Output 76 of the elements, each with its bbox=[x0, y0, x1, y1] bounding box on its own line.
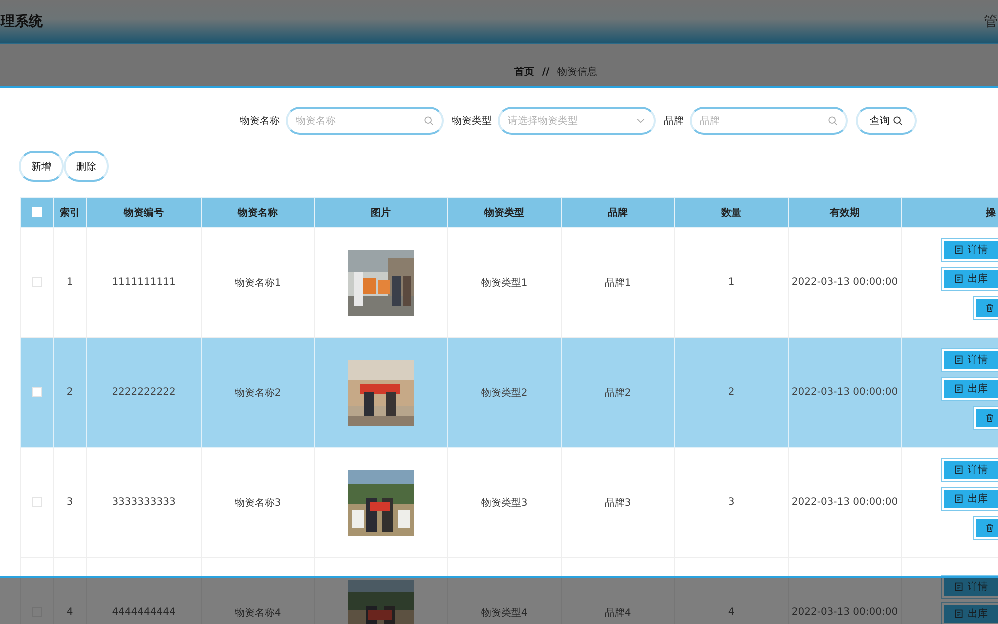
row-button[interactable]: 出库 bbox=[942, 488, 998, 510]
table-row[interactable]: 3 3333333333 物资名称3 物资类型3 品牌3 3 2022-03-13 00:00:00 详情 出库 bbox=[20, 448, 998, 558]
table-cell: 物资名称2 bbox=[234, 388, 282, 398]
table-cell: 2 bbox=[728, 387, 735, 398]
checkbox[interactable] bbox=[32, 497, 42, 508]
breadcrumb-separator: // bbox=[542, 66, 550, 78]
user-name: 管 bbox=[984, 12, 998, 30]
table-cell: 4 bbox=[66, 607, 74, 618]
checkbox[interactable] bbox=[32, 387, 42, 398]
document-icon bbox=[954, 582, 964, 592]
table-cell: 2222222222 bbox=[112, 387, 176, 398]
table-cell: 1 bbox=[728, 277, 735, 288]
table-cell: 品牌2 bbox=[604, 388, 632, 398]
table-cell: 物资名称1 bbox=[234, 278, 282, 288]
trash-icon bbox=[985, 413, 995, 423]
search-button[interactable]: 查询 bbox=[856, 107, 917, 135]
chevron-down-icon bbox=[636, 116, 646, 126]
document-icon bbox=[954, 609, 964, 619]
table-cell: 品牌4 bbox=[604, 608, 632, 618]
column-header: 物资编号 bbox=[124, 208, 164, 218]
table-cell: 物资名称4 bbox=[234, 608, 282, 618]
row-button[interactable]: 详情 bbox=[942, 349, 998, 371]
search-icon bbox=[893, 116, 903, 126]
table-cell: 2 bbox=[66, 387, 74, 398]
table-row[interactable]: 4 4444444444 物资名称4 物资类型4 品牌4 4 2022-03-13 00:00:00 详情 出库 bbox=[20, 558, 998, 624]
document-icon bbox=[954, 245, 964, 255]
table-cell: 物资类型4 bbox=[481, 608, 528, 618]
table-cell: 物资类型3 bbox=[481, 498, 528, 508]
column-header: 有效期 bbox=[830, 208, 860, 218]
table-cell: 4 bbox=[728, 607, 735, 618]
column-header: 数量 bbox=[722, 208, 742, 218]
table-cell: 2022-03-13 00:00:00 bbox=[792, 277, 898, 288]
row-button[interactable]: 出库 bbox=[942, 378, 998, 400]
row-button[interactable]: 详情 bbox=[942, 239, 998, 261]
table-row[interactable]: 2 2222222222 物资名称2 物资类型2 品牌2 2 2022-03-13 00:00:00 详情 出库 bbox=[20, 338, 998, 448]
document-icon bbox=[954, 465, 964, 475]
column-header: 索引 bbox=[60, 208, 80, 218]
action-button[interactable]: 新增 bbox=[19, 151, 64, 182]
breadcrumb-item[interactable]: 首页 bbox=[514, 65, 534, 79]
field-label: 物资名称 bbox=[240, 115, 280, 128]
document-icon bbox=[954, 355, 964, 365]
row-button[interactable]: 出库 bbox=[942, 268, 998, 290]
column-header: 图片 bbox=[371, 208, 391, 218]
search-icon bbox=[828, 116, 838, 126]
table-cell: 品牌3 bbox=[604, 498, 632, 508]
table-cell: 1 bbox=[66, 277, 74, 288]
table-cell: 3 bbox=[728, 497, 735, 508]
breadcrumb-item[interactable]: 物资信息 bbox=[558, 65, 598, 79]
table-cell: 物资类型2 bbox=[481, 388, 528, 398]
column-header: 操 bbox=[986, 208, 996, 218]
table-cell: 2022-03-13 00:00:00 bbox=[792, 607, 898, 618]
document-icon bbox=[954, 494, 964, 504]
table-cell: 3333333333 bbox=[112, 497, 176, 508]
trash-icon bbox=[985, 303, 995, 313]
field-label: 品牌 bbox=[664, 115, 684, 128]
trash-icon bbox=[985, 523, 995, 533]
column-header: 品牌 bbox=[608, 208, 628, 218]
action-button[interactable]: 删除 bbox=[64, 151, 109, 182]
column-header: 物资类型 bbox=[484, 208, 524, 218]
search-icon bbox=[424, 116, 434, 126]
table-cell: 物资类型1 bbox=[481, 278, 528, 288]
table-cell: 品牌1 bbox=[604, 278, 632, 288]
table-row[interactable]: 1 1111111111 物资名称1 物资类型1 品牌1 1 2022-03-13 00:00:00 详情 出库 bbox=[20, 228, 998, 338]
table-cell: 2022-03-13 00:00:00 bbox=[792, 387, 898, 398]
document-icon bbox=[954, 274, 964, 284]
column-header: 物资名称 bbox=[238, 208, 278, 218]
app-title: 理系统 bbox=[1, 12, 43, 30]
document-icon bbox=[954, 384, 964, 394]
field-label: 物资类型 bbox=[452, 114, 492, 128]
table-cell: 物资名称3 bbox=[234, 498, 282, 508]
table-cell: 4444444444 bbox=[112, 607, 176, 618]
table-cell: 1111111111 bbox=[112, 277, 176, 288]
checkbox[interactable] bbox=[32, 277, 42, 288]
table-cell: 2022-03-13 00:00:00 bbox=[792, 497, 898, 508]
row-button[interactable]: 详情 bbox=[942, 459, 998, 481]
table-cell: 3 bbox=[66, 497, 74, 508]
